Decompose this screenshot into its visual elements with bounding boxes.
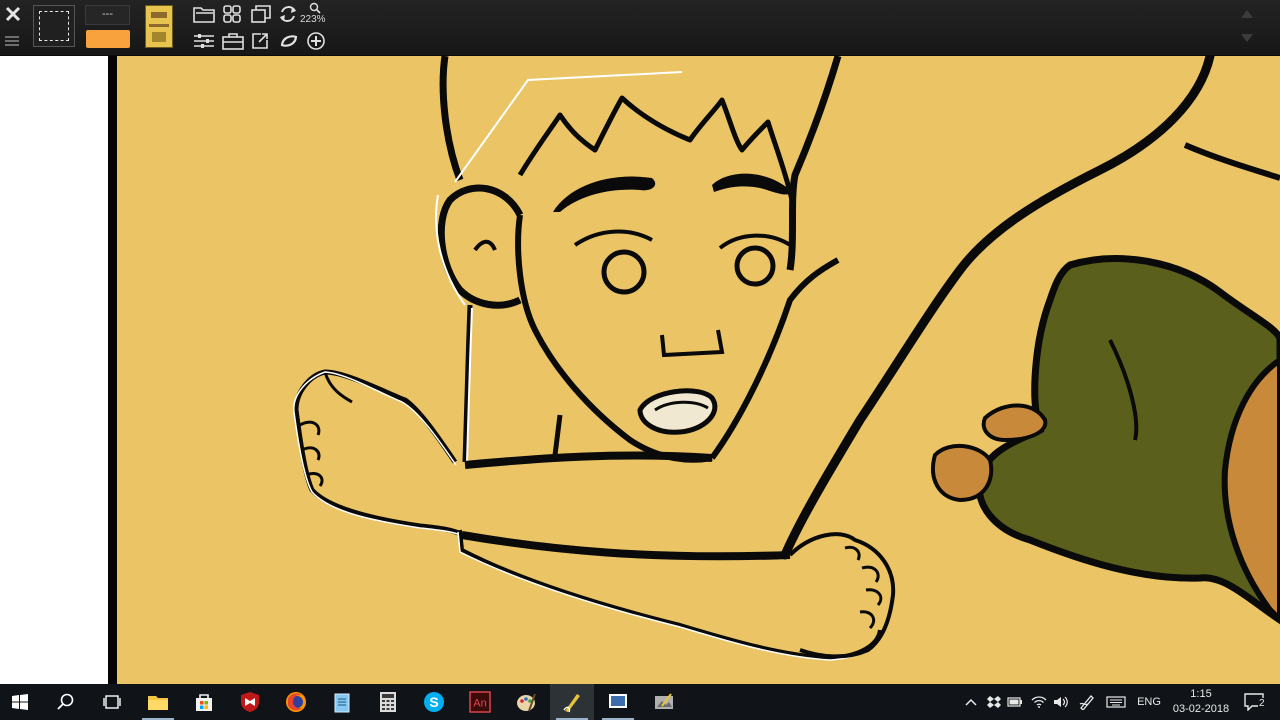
adjust-sliders-icon[interactable]	[192, 30, 216, 52]
top-toolbar: --- 223%	[0, 0, 1280, 56]
selection-tool-icon[interactable]	[33, 5, 75, 47]
clock-time: 1:15	[1190, 688, 1212, 700]
mcafee-icon[interactable]	[228, 684, 272, 720]
add-circle-icon[interactable]	[305, 30, 327, 52]
pen-icon[interactable]	[1077, 684, 1097, 720]
snipping-icon[interactable]	[596, 684, 640, 720]
drawing-canvas[interactable]	[117, 56, 1280, 684]
firefox-icon[interactable]	[274, 684, 318, 720]
canvas-border	[108, 56, 117, 684]
animate-icon[interactable]: An	[458, 684, 502, 720]
scroll-up-icon[interactable]	[1241, 10, 1253, 18]
notepad-icon[interactable]	[320, 684, 364, 720]
keyboard-icon[interactable]	[1104, 684, 1128, 720]
canvas-margin	[0, 56, 108, 684]
grid-icon[interactable]	[221, 3, 243, 25]
color-swatch[interactable]	[86, 30, 130, 48]
windows-taskbar: S An ENG 1:15 03-02-2018 2	[0, 684, 1280, 720]
copy-layers-icon[interactable]	[249, 3, 273, 25]
search-icon[interactable]	[44, 684, 88, 720]
start-icon[interactable]	[0, 684, 40, 720]
calculator-icon[interactable]	[366, 684, 410, 720]
zoom-icon[interactable]	[307, 1, 323, 15]
close-icon[interactable]	[2, 3, 24, 25]
language-indicator[interactable]: ENG	[1134, 684, 1164, 720]
volume-icon[interactable]	[1051, 684, 1071, 720]
zoom-level[interactable]: 223%	[300, 14, 326, 25]
wifi-icon[interactable]	[1029, 684, 1049, 720]
document-thumbnail[interactable]	[145, 5, 173, 48]
clock[interactable]: 1:15 03-02-2018	[1166, 687, 1236, 717]
menu-icon[interactable]	[5, 35, 19, 47]
toolbox-icon[interactable]	[221, 30, 245, 52]
file-explorer-icon[interactable]	[136, 684, 180, 720]
svg-text:S: S	[429, 694, 438, 710]
brush-name-field[interactable]: ---	[85, 5, 130, 25]
rotate-icon[interactable]	[277, 3, 299, 25]
dropbox-icon[interactable]	[985, 684, 1003, 720]
battery-icon[interactable]	[1006, 684, 1024, 720]
paint-icon[interactable]	[504, 684, 548, 720]
skype-icon[interactable]: S	[412, 684, 456, 720]
sketchbook-icon[interactable]	[550, 684, 594, 720]
export-icon[interactable]	[249, 30, 271, 52]
store-icon[interactable]	[182, 684, 226, 720]
chevron-up-icon[interactable]	[962, 684, 980, 720]
artwork	[293, 56, 1280, 661]
scroll-down-icon[interactable]	[1241, 34, 1253, 42]
toolbar-scroll	[1237, 6, 1257, 48]
task-view-icon[interactable]	[90, 684, 134, 720]
svg-text:An: An	[473, 698, 486, 710]
notification-count: 2	[1258, 698, 1266, 709]
notification-center-icon[interactable]: 2	[1238, 684, 1270, 720]
open-folder-icon[interactable]	[192, 3, 216, 25]
clock-date: 03-02-2018	[1172, 703, 1230, 715]
photos-icon[interactable]	[642, 684, 686, 720]
flip-icon[interactable]	[277, 30, 301, 52]
